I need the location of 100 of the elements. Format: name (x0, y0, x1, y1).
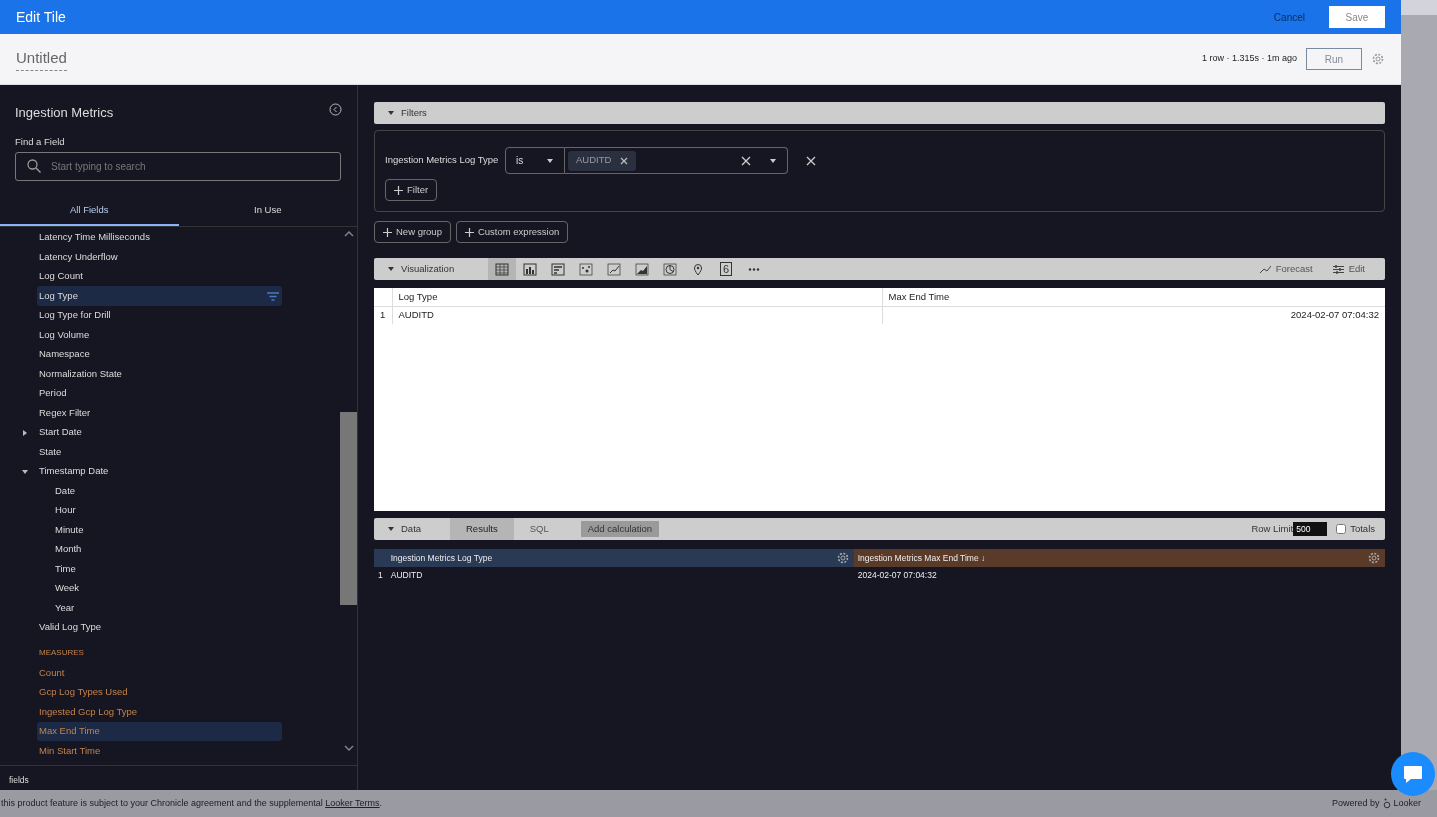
footer-notice: this product feature is subject to your Chronicle agreement and the supplemental Looker Terms. (1, 796, 383, 810)
chat-icon (1402, 763, 1424, 785)
plus-icon (464, 227, 474, 237)
field-item[interactable]: Log Count (37, 266, 282, 287)
field-tab[interactable]: All Fields (0, 196, 179, 226)
forecast-button[interactable]: Forecast (1249, 258, 1323, 280)
settings-icon[interactable] (1367, 551, 1381, 565)
field-item[interactable]: Month (37, 539, 282, 560)
row-limit-field[interactable]: 500 (1293, 522, 1328, 536)
section-title: Filters (401, 105, 427, 120)
section-bar[interactable]: Filters (374, 102, 1385, 124)
totals-checkbox[interactable] (1336, 524, 1347, 534)
field-item[interactable]: Regex Filter (37, 403, 282, 423)
field-item[interactable]: Namespace (37, 344, 282, 365)
field-item[interactable]: Normalization State (37, 364, 282, 384)
explore-title: Ingestion Metrics (15, 104, 114, 122)
data-tab[interactable]: SQL (513, 518, 565, 540)
field-item[interactable]: Hour (37, 500, 282, 521)
terms-link[interactable]: Looker Terms (325, 797, 380, 808)
pie-chart-icon (663, 262, 677, 276)
caret-icon (546, 156, 554, 165)
data-tab[interactable]: Results (450, 518, 514, 540)
close-icon[interactable] (741, 155, 751, 166)
new-group-button[interactable]: New group (374, 221, 451, 243)
sliders-icon (1332, 264, 1344, 274)
column-header: Log Type (392, 288, 882, 306)
looker-logo-icon (1383, 798, 1392, 809)
bar-chart-icon (551, 262, 565, 276)
field-item[interactable]: Timestamp Date (21, 461, 282, 482)
field-item[interactable]: Time (37, 559, 282, 579)
column-header: Max End Time (882, 288, 1385, 306)
scatter-chart-icon (579, 262, 593, 276)
field-item[interactable]: Log Volume (37, 325, 282, 345)
caret-icon (769, 156, 777, 165)
caret-icon (387, 109, 395, 117)
plus-icon (383, 227, 392, 237)
field-item[interactable]: Date (37, 481, 282, 501)
filter-field-label: Ingestion Metrics Log Type (385, 153, 500, 168)
scroll-up-icon[interactable] (343, 230, 354, 237)
fields-label: fields (0, 765, 357, 790)
table-cell: AUDITD (386, 567, 854, 583)
table-icon (495, 262, 509, 276)
search-icon (27, 158, 41, 173)
add-calculation-button[interactable]: Add calculation (580, 521, 660, 537)
field-item[interactable]: Latency Underflow (37, 247, 282, 267)
collapse-icon[interactable] (329, 103, 342, 116)
column-header: Ingestion Metrics Max End Time ↓ (853, 549, 1385, 567)
close-icon[interactable] (806, 155, 816, 166)
row-limit-label: Row Limit (1251, 521, 1294, 536)
search-field[interactable]: Start typing to search (15, 151, 341, 181)
scroll-down-icon[interactable] (343, 744, 354, 751)
field-tab[interactable]: In Use (178, 196, 357, 226)
field-item[interactable]: Max End Time (37, 721, 282, 742)
table-cell: 2024-02-07 07:04:32 (853, 567, 1385, 583)
query-stats: 1 row · 1.315s · 1m ago (1201, 52, 1297, 66)
column-chart-icon (523, 262, 537, 276)
row-number: 1 (374, 306, 392, 324)
scrollbar-thumb[interactable] (340, 411, 357, 605)
filter-operator-select[interactable]: is (505, 147, 565, 174)
map-pin-icon (691, 262, 705, 276)
filter-chip[interactable]: AUDITD (568, 150, 637, 171)
field-item[interactable]: Log Type (37, 286, 282, 306)
brand-name: Looker (1393, 796, 1421, 810)
column-header: Ingestion Metrics Log Type (386, 549, 854, 567)
single-value-button[interactable]: 6 (712, 258, 740, 280)
section-heading: MEASURES (38, 647, 85, 660)
section-bar[interactable]: Visualization 6 Forecast Edit (374, 258, 1385, 280)
caret-icon (387, 525, 395, 533)
section-title: Visualization (401, 261, 456, 276)
field-item[interactable]: Min Start Time (37, 741, 282, 761)
forecast-icon (1259, 264, 1271, 274)
table-cell: 2024-02-07 07:04:32 (882, 306, 1385, 324)
field-item[interactable]: Latency Time Milliseconds (37, 227, 282, 248)
save-button[interactable]: Save (1329, 6, 1385, 28)
powered-by-label: Powered by (1331, 796, 1380, 810)
field-item[interactable]: Week (37, 578, 282, 599)
field-item[interactable]: Gcp Log Types Used (37, 682, 282, 703)
field-item[interactable]: Ingested Gcp Log Type (37, 702, 282, 722)
close-icon[interactable] (620, 156, 629, 165)
field-item[interactable]: Year (37, 598, 282, 618)
field-item[interactable]: Start Date (21, 422, 282, 443)
filter-icon (267, 291, 279, 301)
field-item[interactable]: Count (37, 663, 282, 683)
caret-icon (387, 265, 395, 273)
tile-title[interactable]: Untitled (16, 46, 67, 72)
custom-expression-button[interactable]: Custom expression (455, 221, 569, 243)
field-item[interactable]: Valid Log Type (37, 617, 282, 638)
settings-icon[interactable] (835, 551, 850, 565)
field-item[interactable]: State (37, 442, 282, 462)
table-cell: AUDITD (392, 306, 882, 324)
edit-button[interactable]: Edit (1322, 258, 1385, 280)
add-filter-button[interactable]: Filter (385, 179, 438, 201)
field-item[interactable]: Period (37, 383, 282, 404)
field-item[interactable]: Log Type for Drill (37, 305, 282, 326)
field-item[interactable]: Minute (37, 520, 282, 540)
totals-label: Totals (1350, 521, 1375, 536)
section-bar[interactable]: Data Results SQL Add calculation Row Limit 500 Totals (374, 518, 1385, 540)
field-label: Find a Field (14, 134, 66, 149)
filter-value-field[interactable]: AUDITD (565, 147, 788, 174)
section-title: Data (401, 521, 423, 536)
